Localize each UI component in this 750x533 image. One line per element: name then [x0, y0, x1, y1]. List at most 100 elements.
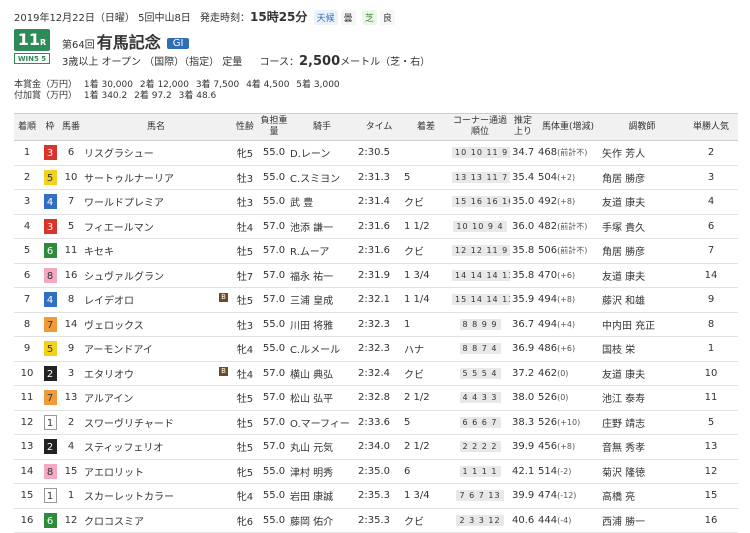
horse-name-link[interactable]: アルアイン — [84, 394, 133, 405]
jockey-link[interactable]: D.レーン — [290, 149, 330, 160]
frame-number: 7 — [43, 390, 57, 406]
trainer-link[interactable]: 音無 秀孝 — [602, 443, 645, 454]
trainer-link[interactable]: 角居 勝彦 — [602, 247, 645, 258]
trainer-link[interactable]: 矢作 芳人 — [602, 149, 645, 160]
horse-name-link[interactable]: フィエールマン — [84, 223, 154, 234]
finish-position: 3 — [14, 189, 40, 215]
column-header: 推定上り — [510, 113, 536, 141]
horse-name-link[interactable]: エタリオウ — [84, 370, 134, 381]
table-row: 16 6 12 クロコスミア 牝6 55.0 藤岡 佑介 2:35.3 クビ 2 3 3 12 40… — [14, 508, 738, 533]
weight-change: (0) — [557, 368, 569, 378]
race-edition: 第64回 — [62, 40, 95, 51]
jockey-cell: R.ムーア — [288, 238, 356, 264]
jockey-link[interactable]: 福永 祐一 — [290, 272, 333, 283]
table-row: 8 7 14 ヴェロックス 牡3 55.0 川田 将雅 2:32.3 1 8 8 9 9 36.7 4… — [14, 312, 738, 337]
margin: クビ — [402, 238, 450, 264]
table-row: 3 4 7 ワールドプレミア 牡3 55.0 武 豊 2:31.4 クビ 15 16 16 16 3… — [14, 189, 738, 215]
jockey-link[interactable]: 池添 謙一 — [290, 223, 333, 234]
finish-position: 15 — [14, 483, 40, 509]
trainer-link[interactable]: 庄野 靖志 — [602, 419, 645, 430]
horse-name-link[interactable]: サートゥルナーリア — [84, 174, 174, 185]
frame-number: 2 — [43, 439, 57, 455]
prize-value: 2着 97.2 — [134, 91, 172, 101]
table-row: 11 7 13 アルアイン 牡5 57.0 松山 弘平 2:32.8 2 1/2 4 4 3 33… — [14, 385, 738, 411]
margin: 5 — [402, 165, 450, 190]
horse-name-link[interactable]: ヴェロックス — [84, 321, 144, 332]
table-row: 4 3 5 フィエールマン 牡4 57.0 池添 謙一 2:31.6 1 1/2 10 10 9 … — [14, 214, 738, 239]
trainer-link[interactable]: 友道 康夫 — [602, 370, 645, 381]
margin: 1 3/4 — [402, 483, 450, 509]
body-weight: 470 — [538, 269, 558, 281]
trainer-cell: 菊沢 隆徳 — [600, 459, 684, 484]
grade-badge: GI — [166, 38, 190, 49]
finish-time: 2:31.3 — [356, 165, 402, 190]
horse-name-link[interactable]: アエロリット — [84, 468, 144, 479]
jockey-link[interactable]: 津村 明秀 — [290, 468, 333, 479]
jockey-link[interactable]: 三浦 皇成 — [290, 296, 333, 307]
body-weight: 474 — [538, 490, 558, 502]
trainer-link[interactable]: 手塚 貴久 — [602, 223, 645, 234]
body-weight: 444 — [538, 514, 558, 526]
trainer-link[interactable]: 池江 泰寿 — [602, 394, 645, 405]
horse-name-link[interactable]: アーモンドアイ — [84, 345, 153, 356]
trainer-link[interactable]: 高橋 亮 — [602, 492, 635, 503]
sex-age: 牡5 — [230, 410, 260, 435]
trainer-link[interactable]: 藤沢 和雄 — [602, 296, 645, 307]
horse-name-link[interactable]: シュヴァルグラン — [84, 272, 164, 283]
column-header: 枠 — [40, 113, 60, 141]
column-header: コーナー通過順位 — [450, 113, 510, 141]
trainer-link[interactable]: 国枝 栄 — [602, 345, 635, 356]
prize-value: 3着 48.6 — [178, 91, 217, 101]
horse-number: 16 — [60, 263, 82, 288]
jockey-link[interactable]: O.マーフィー — [290, 419, 350, 430]
jockey-link[interactable]: 武 豊 — [290, 198, 313, 209]
course-label: コース： — [259, 57, 300, 68]
trainer-link[interactable]: 角居 勝彦 — [602, 174, 645, 185]
jockey-link[interactable]: R.ムーア — [290, 247, 329, 258]
jockey-link[interactable]: C.スミヨン — [290, 174, 340, 185]
trainer-link[interactable]: 友道 康夫 — [602, 272, 645, 283]
horse-name-link[interactable]: ワールドプレミア — [84, 198, 164, 209]
frame-cell: 1 — [40, 483, 60, 509]
jockey-link[interactable]: C.ルメール — [290, 345, 340, 356]
horse-name-link[interactable]: スワーヴリチャード — [84, 419, 174, 430]
margin: 1 1/2 — [402, 214, 450, 239]
last-3f: 40.6 — [510, 508, 536, 533]
finish-time: 2:32.4 — [356, 361, 402, 386]
popularity: 5 — [684, 410, 738, 435]
horse-number: 2 — [60, 410, 82, 435]
carried-weight: 55.0 — [260, 483, 288, 509]
jockey-link[interactable]: 藤岡 佑介 — [290, 517, 333, 528]
jockey-cell: D.レーン — [288, 140, 356, 166]
jockey-link[interactable]: 岩田 康誠 — [290, 492, 333, 503]
sex-age: 牡5 — [230, 238, 260, 264]
trainer-link[interactable]: 菊沢 隆徳 — [602, 468, 645, 479]
jockey-link[interactable]: 丸山 元気 — [290, 443, 333, 454]
last-3f: 42.1 — [510, 459, 536, 484]
finish-position: 13 — [14, 434, 40, 460]
jockey-link[interactable]: 川田 将雅 — [290, 321, 333, 332]
trainer-link[interactable]: 友道 康夫 — [602, 198, 645, 209]
horse-name-link[interactable]: リスグラシュー — [84, 149, 154, 160]
horse-name-link[interactable]: スカーレットカラー — [84, 492, 174, 503]
jockey-link[interactable]: 松山 弘平 — [290, 394, 333, 405]
horse-name-link[interactable]: キセキ — [84, 247, 114, 258]
body-weight: 468 — [538, 147, 558, 159]
horse-name-link[interactable]: クロコスミア — [84, 517, 144, 528]
horse-name-link[interactable]: レイデオロ — [84, 296, 134, 307]
corner-positions: 5 5 5 4 — [459, 367, 501, 379]
horse-name-link[interactable]: スティッフェリオ — [84, 443, 163, 454]
finish-time: 2:32.3 — [356, 336, 402, 362]
finish-time: 2:31.4 — [356, 189, 402, 215]
frame-cell: 2 — [40, 361, 60, 386]
weight-change: (0) — [557, 393, 569, 403]
trainer-link[interactable]: 西浦 勝一 — [602, 517, 645, 528]
prize-value: 1着 30,000 — [83, 80, 133, 90]
margin: 5 — [402, 410, 450, 435]
trainer-link[interactable]: 中内田 充正 — [602, 321, 655, 332]
frame-number: 4 — [43, 194, 57, 210]
frame-cell: 6 — [40, 508, 60, 533]
jockey-cell: 横山 典弘 — [288, 361, 356, 386]
jockey-link[interactable]: 横山 典弘 — [290, 370, 333, 381]
trainer-cell: 音無 秀孝 — [600, 434, 684, 460]
